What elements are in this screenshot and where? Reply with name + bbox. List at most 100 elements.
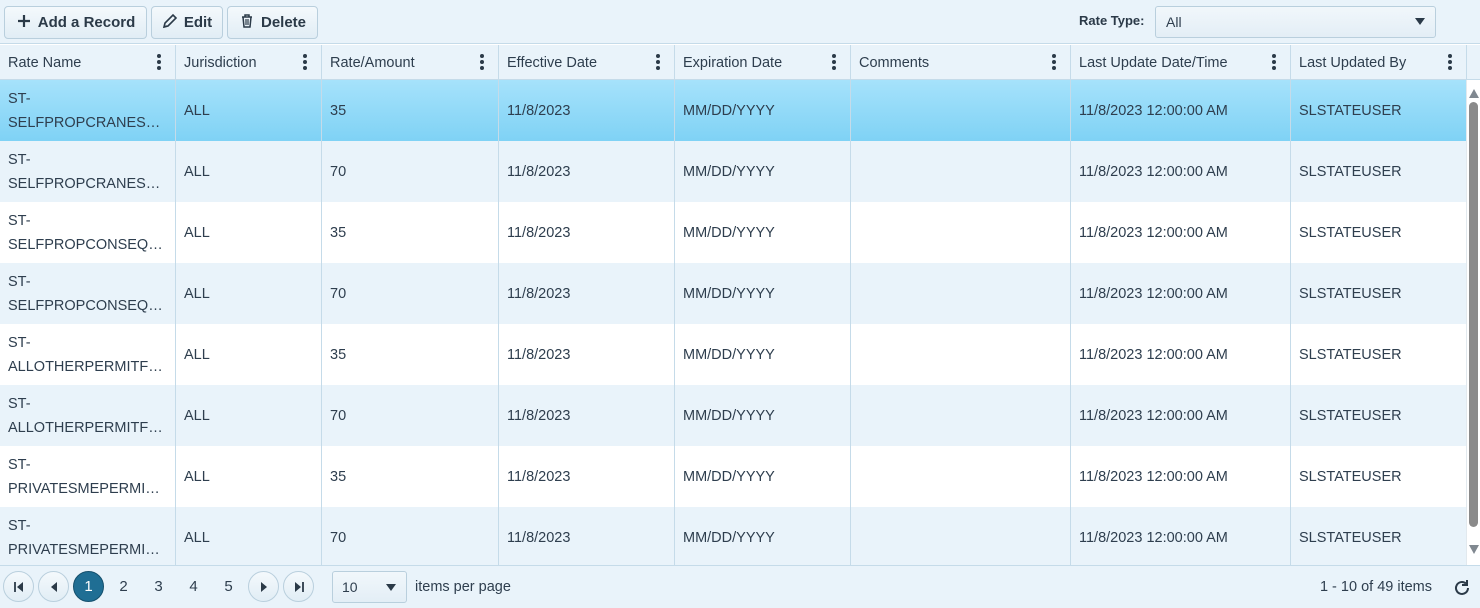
items-per-page-label: items per page (415, 579, 511, 595)
cell-last-updated-by: SLSTATEUSER (1299, 407, 1402, 424)
cell-effective-date: 11/8/2023 (499, 263, 675, 324)
column-header-last-updated-by[interactable]: Last Updated By (1291, 45, 1467, 80)
cell-rate-name: ST- SELFPROPCRANESPE... (0, 80, 176, 141)
item-count-label: 1 - 10 of 49 items (1319, 579, 1432, 595)
next-page-button[interactable] (248, 571, 279, 602)
cell-effective-date: 11/8/2023 (499, 507, 675, 565)
kebab-menu-icon[interactable] (1052, 54, 1056, 70)
page-2-button[interactable]: 2 (108, 571, 139, 602)
rate-name-rest: PRIVATESMEPERMITF... (8, 480, 168, 497)
column-header-jurisdiction[interactable]: Jurisdiction (176, 45, 322, 80)
grid-body: ST- SELFPROPCRANESPE... ALL 35 11/8/2023 … (0, 80, 1466, 565)
last-page-button[interactable] (283, 571, 314, 602)
cell-expiration-date: MM/DD/YYYY (675, 507, 851, 565)
rate-name-prefix: ST- (8, 456, 31, 473)
rate-name-prefix: ST- (8, 334, 31, 351)
cell-comments (851, 324, 1071, 385)
column-title: Expiration Date (683, 54, 783, 71)
first-page-button[interactable] (3, 571, 34, 602)
add-record-button[interactable]: Add a Record (4, 6, 147, 39)
cell-expiration-date: MM/DD/YYYY (675, 202, 851, 263)
table-row[interactable]: ST- PRIVATESMEPERMITF... ALL 70 11/8/2023… (0, 507, 1466, 565)
scroll-thumb[interactable] (1469, 102, 1478, 527)
page-1-button[interactable]: 1 (73, 571, 104, 602)
cell-last-update: 11/8/2023 12:00:00 AM (1071, 202, 1291, 263)
rate-name-rest: SELFPROPCONSEQUI... (8, 236, 168, 253)
cell-rate-name: ST- SELFPROPCONSEQUI... (0, 202, 176, 263)
items-per-page-value: 10 (342, 579, 358, 595)
cell-last-update: 11/8/2023 12:00:00 AM (1071, 446, 1291, 507)
kebab-menu-icon[interactable] (480, 54, 484, 70)
scroll-up-icon[interactable] (1469, 89, 1479, 98)
rate-name-prefix: ST- (8, 273, 31, 290)
cell-jurisdiction: ALL (176, 202, 322, 263)
page-4-button[interactable]: 4 (178, 571, 209, 602)
rate-name-prefix: ST- (8, 151, 31, 168)
kebab-menu-icon[interactable] (157, 54, 161, 70)
table-row[interactable]: ST- PRIVATESMEPERMITF... ALL 35 11/8/2023… (0, 446, 1466, 507)
kebab-menu-icon[interactable] (832, 54, 836, 70)
column-header-last-update[interactable]: Last Update Date/Time (1071, 45, 1291, 80)
cell-rate-name: ST- SELFPROPCONSEQUI... (0, 263, 176, 324)
cell-rate-name: ST- SELFPROPCRANESPE... (0, 141, 176, 202)
table-row[interactable]: ST- SELFPROPCRANESPE... ALL 70 11/8/2023 … (0, 141, 1466, 202)
rate-name-rest: ALLOTHERPERMITFEE2 (8, 419, 168, 436)
cell-comments (851, 507, 1071, 565)
kebab-menu-icon[interactable] (1448, 54, 1452, 70)
cell-rate-name: ST- ALLOTHERPERMITFEE2 (0, 385, 176, 446)
cell-expiration-date: MM/DD/YYYY (675, 141, 851, 202)
column-title: Jurisdiction (184, 54, 257, 71)
cell-rate-amount: 70 (322, 507, 499, 565)
table-row[interactable]: ST- ALLOTHERPERMITFEE1 ALL 35 11/8/2023 M… (0, 324, 1466, 385)
page-5-button[interactable]: 5 (213, 571, 244, 602)
column-title: Last Update Date/Time (1079, 54, 1228, 71)
rate-type-label: Rate Type: (1079, 13, 1145, 28)
scroll-down-icon[interactable] (1469, 545, 1479, 554)
kebab-menu-icon[interactable] (1272, 54, 1276, 70)
column-header-rate-name[interactable]: Rate Name (0, 45, 176, 80)
rate-name-prefix: ST- (8, 212, 31, 229)
cell-comments (851, 141, 1071, 202)
rate-type-select[interactable]: All (1155, 6, 1436, 38)
column-header-comments[interactable]: Comments (851, 45, 1071, 80)
cell-last-update: 11/8/2023 12:00:00 AM (1071, 263, 1291, 324)
rate-name-rest: ALLOTHERPERMITFEE1 (8, 358, 168, 375)
prev-page-button[interactable] (38, 571, 69, 602)
cell-effective-date: 11/8/2023 (499, 385, 675, 446)
delete-label: Delete (260, 14, 307, 31)
cell-last-updated-by: SLSTATEUSER (1299, 468, 1402, 485)
cell-effective-date: 11/8/2023 (499, 80, 675, 141)
rate-name-rest: SELFPROPCRANESPE... (8, 114, 168, 131)
rate-name-rest: PRIVATESMEPERMITF... (8, 541, 168, 558)
table-row[interactable]: ST- SELFPROPCRANESPE... ALL 35 11/8/2023 … (0, 80, 1466, 141)
refresh-icon[interactable] (1452, 578, 1472, 598)
column-title: Rate/Amount (330, 54, 415, 71)
grid-header: Rate Name Jurisdiction Rate/Amount Effec… (0, 45, 1480, 80)
table-row[interactable]: ST- SELFPROPCONSEQUI... ALL 35 11/8/2023 … (0, 202, 1466, 263)
kebab-menu-icon[interactable] (656, 54, 660, 70)
cell-last-update: 11/8/2023 12:00:00 AM (1071, 385, 1291, 446)
column-title: Rate Name (8, 54, 82, 71)
rate-type-value: All (1166, 14, 1182, 30)
cell-last-updated-by: SLSTATEUSER (1299, 285, 1402, 302)
cell-rate-name: ST- ALLOTHERPERMITFEE1 (0, 324, 176, 385)
vertical-scrollbar[interactable] (1466, 80, 1480, 565)
delete-button[interactable]: Delete (227, 6, 318, 39)
pencil-icon (162, 13, 178, 33)
cell-rate-name: ST- PRIVATESMEPERMITF... (0, 446, 176, 507)
cell-rate-amount: 35 (322, 80, 499, 141)
first-page-icon (13, 581, 23, 592)
cell-last-updated-by: SLSTATEUSER (1299, 346, 1402, 363)
items-per-page-select[interactable]: 10 (332, 571, 407, 603)
column-header-effective-date[interactable]: Effective Date (499, 45, 675, 80)
column-header-expiration-date[interactable]: Expiration Date (675, 45, 851, 80)
table-row[interactable]: ST- ALLOTHERPERMITFEE2 ALL 70 11/8/2023 M… (0, 385, 1466, 446)
kebab-menu-icon[interactable] (303, 54, 307, 70)
table-row[interactable]: ST- SELFPROPCONSEQUI... ALL 70 11/8/2023 … (0, 263, 1466, 324)
cell-last-updated-by: SLSTATEUSER (1299, 224, 1402, 241)
cell-last-updated-by: SLSTATEUSER (1299, 102, 1402, 119)
edit-button[interactable]: Edit (151, 6, 223, 39)
column-header-rate-amount[interactable]: Rate/Amount (322, 45, 499, 80)
page-3-button[interactable]: 3 (143, 571, 174, 602)
cell-effective-date: 11/8/2023 (499, 446, 675, 507)
